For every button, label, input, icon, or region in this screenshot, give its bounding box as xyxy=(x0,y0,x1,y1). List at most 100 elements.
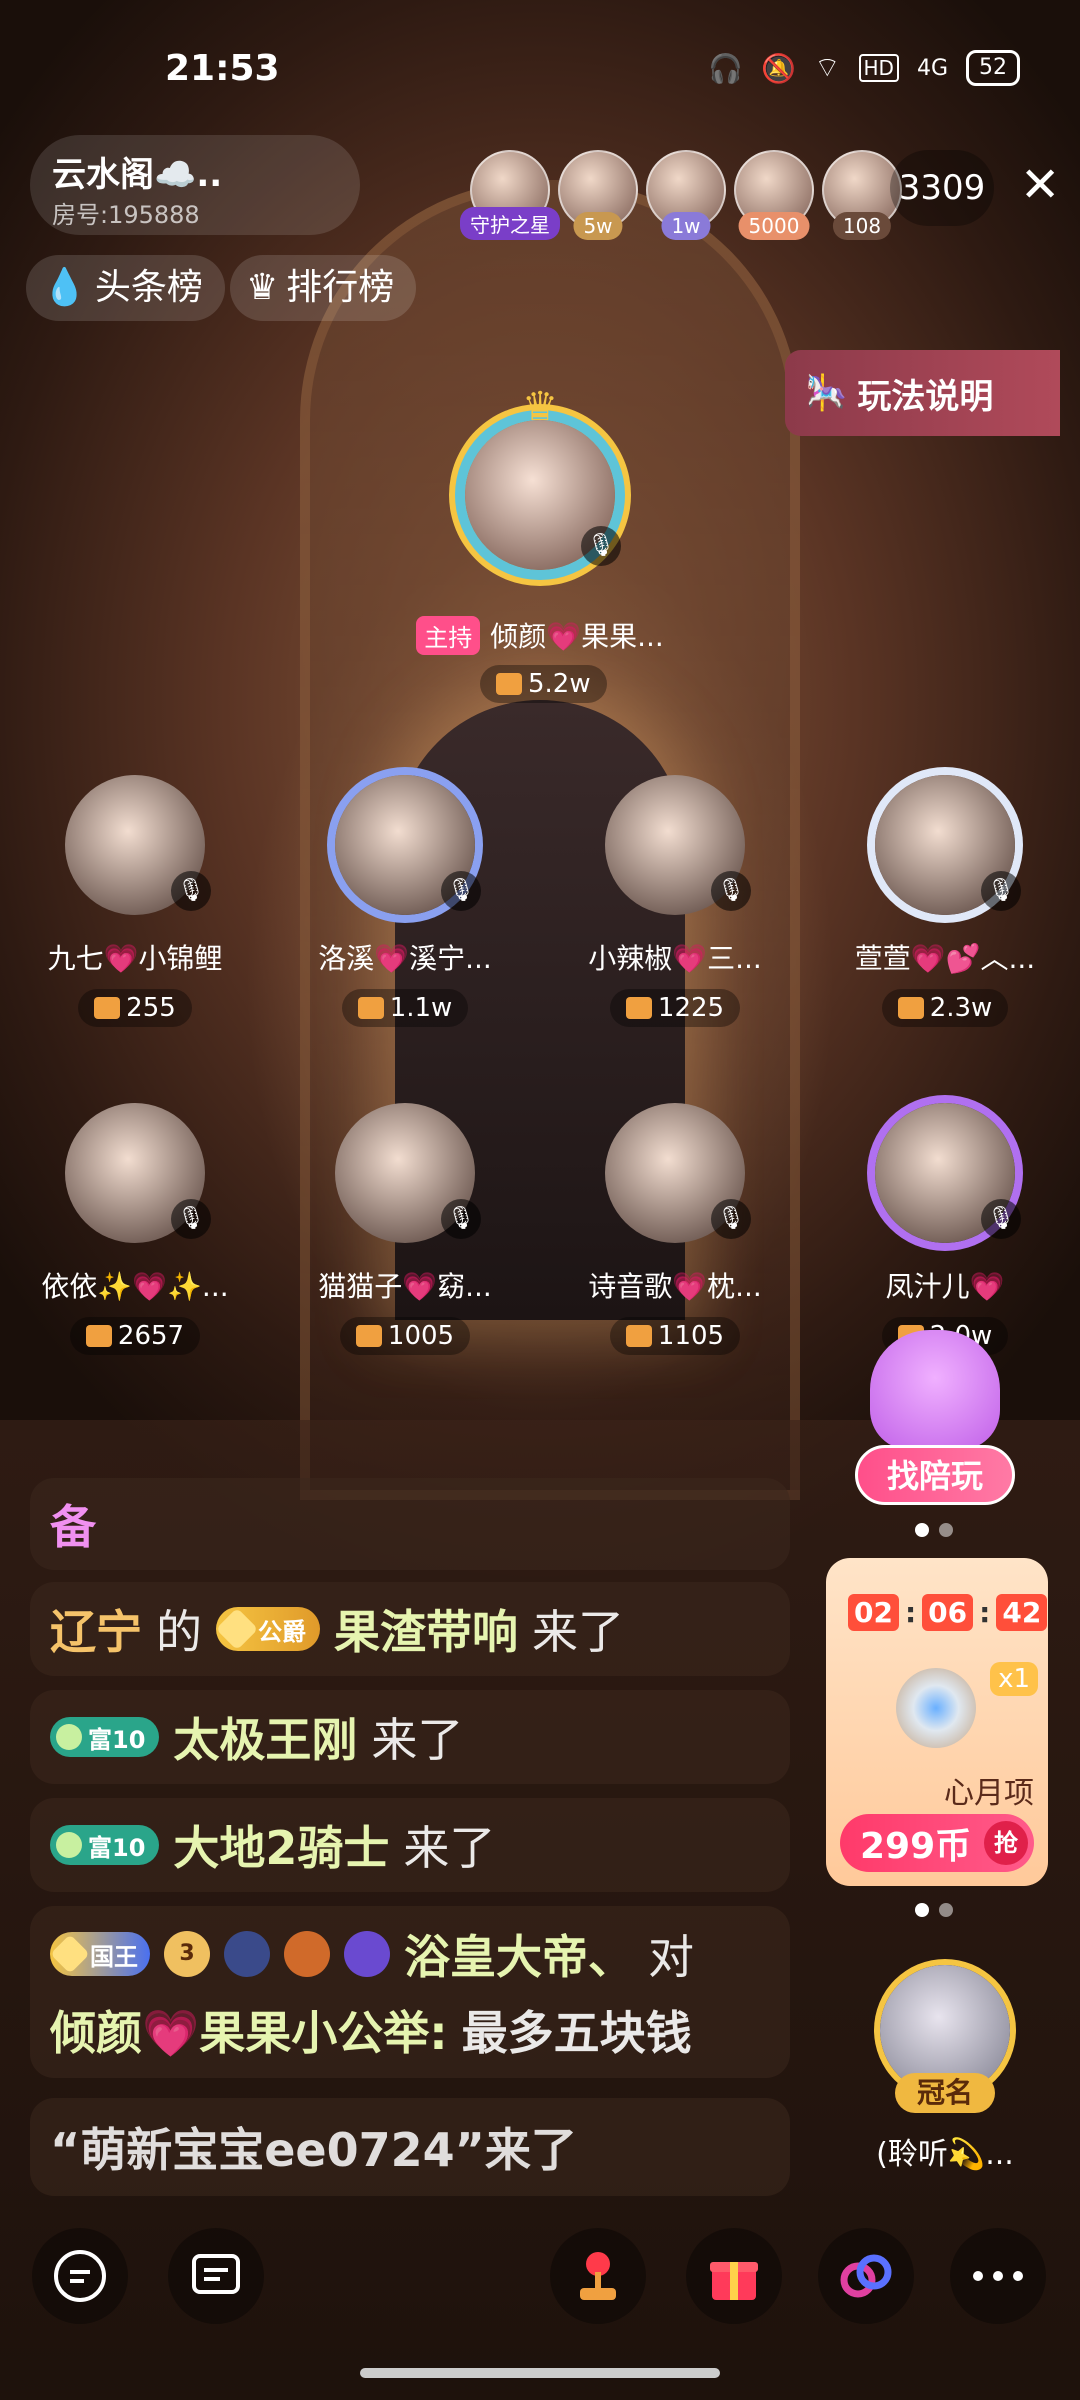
timer-separator: : xyxy=(904,1596,917,1629)
chat-bubble-icon[interactable] xyxy=(32,2228,128,2324)
crown-icon: ♛ xyxy=(522,384,558,430)
home-indicator[interactable] xyxy=(360,2368,720,2378)
game-icon[interactable] xyxy=(550,2228,646,2324)
mic-icon: 🎙 xyxy=(581,526,621,566)
link-icon[interactable] xyxy=(818,2228,914,2324)
chat-message[interactable]: 富10 大地2骑士 来了 xyxy=(30,1798,790,1892)
find-companion-button[interactable]: 找陪玩 xyxy=(855,1445,1015,1505)
ghost-mascot-icon[interactable] xyxy=(870,1330,1000,1450)
seat-score: 1105 xyxy=(609,1317,741,1355)
mic-muted-icon: 🎙 xyxy=(171,871,211,911)
seat-name: 依依✨💗✨... xyxy=(41,1270,229,1303)
chat-connector: 的 xyxy=(156,1605,202,1659)
seat-avatar[interactable]: 🎙 xyxy=(335,1103,481,1243)
mic-seat-5[interactable]: 🎙 依依✨💗✨... 2657 xyxy=(25,1103,245,1355)
seat-avatar[interactable]: 🎙 xyxy=(605,1103,751,1243)
rocking-horse-icon: 🎠 xyxy=(805,373,848,413)
ranking-tab[interactable]: ♛ 排行榜 xyxy=(230,255,417,321)
contributor-avatar[interactable]: 5000 xyxy=(734,150,814,240)
mic-muted-icon: 🎙 xyxy=(711,1199,751,1239)
chat-username[interactable]: 大地2骑士 xyxy=(173,1812,389,1878)
seat-name: 萱萱💗💕︿... xyxy=(854,942,1036,975)
contributor-avatar[interactable]: 5w xyxy=(558,150,638,240)
chat-username[interactable]: 果渣带响 xyxy=(334,1596,518,1662)
carousel-dot xyxy=(939,1523,953,1537)
message-icon[interactable] xyxy=(168,2228,264,2324)
sponsor-avatar[interactable]: 冠名 xyxy=(880,1965,1010,2113)
ranking-label: 排行榜 xyxy=(286,267,395,308)
seat-name: 猫猫子💗窈... xyxy=(318,1270,492,1303)
seat-avatar[interactable]: 🎙 xyxy=(65,1103,211,1243)
timer-separator: : xyxy=(979,1596,991,1629)
chat-username[interactable]: 浴皇大帝、 xyxy=(404,1921,634,1987)
room-id: 房号:195888 xyxy=(52,201,200,229)
score-value: 5.2w xyxy=(528,669,591,699)
gift-score-icon xyxy=(496,673,522,695)
mic-muted-icon: 🎙 xyxy=(171,1199,211,1239)
mic-seat-6[interactable]: 🎙 猫猫子💗窈... 1005 xyxy=(295,1103,515,1355)
viewer-count[interactable]: 3309 xyxy=(890,150,994,226)
seat-score: 1005 xyxy=(339,1317,471,1355)
seat-avatar[interactable]: 🎙 xyxy=(335,775,481,915)
host-avatar[interactable]: ♛ 🎙 xyxy=(465,384,621,570)
mic-seat-1[interactable]: 🎙 九七💗小锦鲤 255 xyxy=(25,775,245,1027)
sponsor-tag: 冠名 xyxy=(895,2073,995,2113)
room-info-card[interactable]: 云水阁☁️.. 房号:195888 xyxy=(30,135,360,235)
seat-avatar[interactable]: 🎙 xyxy=(605,775,751,915)
mic-seat-4[interactable]: 🎙 萱萱💗💕︿... 2.3w xyxy=(835,775,1055,1027)
gift-score-icon xyxy=(94,997,121,1019)
contributor-badge: 5w xyxy=(573,212,623,240)
diamond-icon xyxy=(50,1934,90,1974)
chat-message[interactable]: 辽宁 的 公爵 果渣带响 来了 xyxy=(30,1582,790,1676)
gift-icon[interactable] xyxy=(686,2228,782,2324)
buy-button[interactable]: 299币 抢 xyxy=(840,1814,1034,1872)
host-tag: 主持 xyxy=(416,615,481,655)
score-value: 1225 xyxy=(657,993,725,1023)
close-icon[interactable]: ✕ xyxy=(1020,160,1060,210)
seat-name: 凤汁儿💗 xyxy=(885,1270,1005,1303)
mic-seat-7[interactable]: 🎙 诗音歌💗枕... 1105 xyxy=(565,1103,785,1355)
mic-seat-2[interactable]: 🎙 洛溪💗溪宁... 1.1w xyxy=(295,775,515,1027)
mic-seat-8[interactable]: 🎙 凤汁儿💗 2.0w xyxy=(835,1103,1055,1355)
mic-seat-3[interactable]: 🎙 小辣椒💗三... 1225 xyxy=(565,775,785,1027)
seat-name: 小辣椒💗三... xyxy=(588,942,762,975)
wing-badge-icon xyxy=(344,1931,390,1977)
promo-card[interactable]: 02: 06: 42 x1 心月项 299币 抢 xyxy=(826,1558,1048,1886)
seat-avatar[interactable]: 🎙 xyxy=(875,775,1021,915)
battery-icon: 52 xyxy=(966,50,1020,86)
chat-action: 来了 xyxy=(371,1713,464,1767)
score-value: 1.1w xyxy=(389,993,453,1023)
standby-label: 备 xyxy=(50,1500,96,1554)
chat-username[interactable]: 太极王刚 xyxy=(173,1704,357,1770)
chat-message[interactable]: 富10 太极王刚 来了 xyxy=(30,1690,790,1784)
seat-avatar[interactable]: 🎙 xyxy=(65,775,211,915)
mic-muted-icon: 🎙 xyxy=(711,871,751,911)
clock: 21:53 xyxy=(165,48,280,89)
chat-action: 来了 xyxy=(532,1605,624,1659)
headline-tab[interactable]: 💧 头条榜 xyxy=(26,255,225,321)
promo-item-name: 心月项 xyxy=(944,1776,1034,1811)
contributor-badge: 108 xyxy=(832,212,892,240)
host-name-row: 主持 倾颜💗果果... xyxy=(395,615,685,655)
chat-message[interactable]: 国王 3 浴皇大帝、 对 倾颜💗果果小公举: 最多五块钱 xyxy=(30,1906,790,2078)
contributor-avatar[interactable]: 1w xyxy=(646,150,726,240)
rules-button[interactable]: 🎠 玩法说明 xyxy=(785,350,1060,436)
chat-message[interactable]: “萌新宝宝ee0724”来了 xyxy=(30,2098,790,2196)
score-value: 2657 xyxy=(117,1321,185,1351)
chat-target-user[interactable]: 倾颜💗果果小公举: xyxy=(50,1997,448,2063)
seat-avatar[interactable]: 🎙 xyxy=(875,1103,1021,1243)
seat-score: 255 xyxy=(78,989,192,1027)
more-icon[interactable] xyxy=(950,2228,1046,2324)
badge-label: 公爵 xyxy=(258,1617,306,1646)
wifi-icon: ⌔ xyxy=(814,50,841,84)
sponsor-user[interactable]: 冠名 (聆听💫... xyxy=(870,1965,1020,2173)
host-seat[interactable]: ♛ 🎙 主持 倾颜💗果果... 5.2w xyxy=(416,384,664,703)
star-level-icon: 3 xyxy=(164,1931,210,1977)
host-score: 5.2w xyxy=(480,665,607,703)
wealth-level-badge: 富10 xyxy=(50,1717,160,1757)
contributor-avatar[interactable]: 守护之星 xyxy=(460,150,560,240)
user-region: 辽宁 xyxy=(50,1605,142,1659)
room-name: 云水阁☁️.. xyxy=(52,155,223,195)
carousel-dot xyxy=(939,1903,953,1917)
contributor-badge: 守护之星 xyxy=(460,207,560,240)
